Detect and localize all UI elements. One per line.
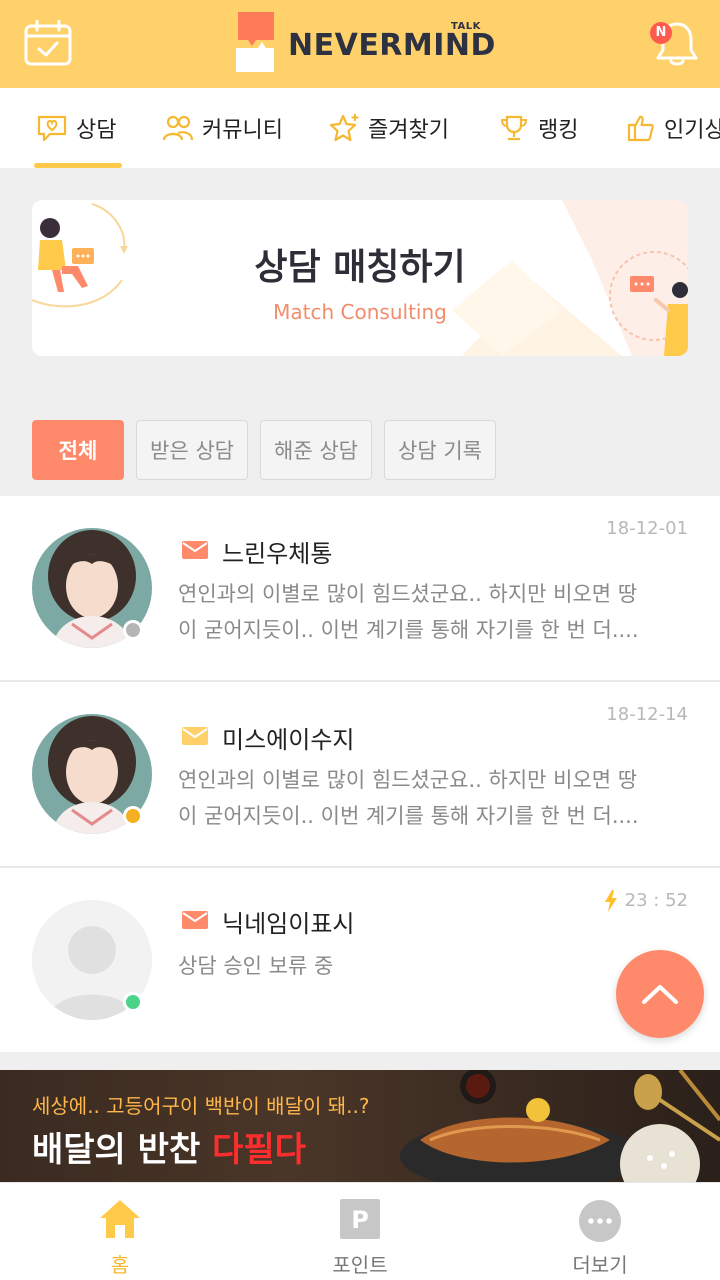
message-date: 18-12-14: [606, 704, 688, 725]
mail-icon: [182, 541, 208, 559]
preview-line: 연인과의 이별로 많이 힘드셨군요.. 하지만 비오면 땅: [178, 582, 638, 606]
status-indicator: [123, 806, 143, 826]
message-status: 상담 승인 보류 중: [178, 948, 678, 984]
status-indicator: [123, 992, 143, 1012]
tab-ranking[interactable]: 랭킹: [498, 88, 578, 168]
ad-banner[interactable]: 세상에.. 고등어구이 백반이 배달이 돼..? 배달의 반찬 다필다: [0, 1070, 720, 1182]
notification-badge: N: [650, 22, 672, 44]
filter-all[interactable]: 전체: [32, 420, 124, 480]
ad-headline: 배달의 반찬 다필다: [32, 1122, 306, 1171]
heart-chat-icon: [37, 115, 67, 142]
ad-brand: 다필다: [212, 1130, 306, 1170]
message-item[interactable]: 미스에이수지 18-12-14 연인과의 이별로 많이 힘드셨군요.. 하지만 …: [0, 682, 720, 868]
logo-text: NEVERMIND: [288, 28, 496, 63]
tab-favorites[interactable]: 즐겨찾기: [328, 88, 449, 168]
calendar-icon[interactable]: [24, 20, 72, 66]
status-indicator: [123, 620, 143, 640]
preview-line: 이 굳어지듯이.. 이번 계기를 통해 자기를 한 번 더....: [178, 804, 639, 828]
active-tab-indicator: [34, 163, 122, 168]
people-icon: [162, 115, 194, 141]
message-date: 18-12-01: [606, 518, 688, 539]
svg-text:P: P: [351, 1206, 369, 1234]
banner-title: 상담 매칭하기: [254, 247, 466, 288]
nav-home[interactable]: 홈: [0, 1183, 240, 1280]
preview-line: 상담 승인 보류 중: [178, 954, 334, 978]
preview-line: 연인과의 이별로 많이 힘드셨군요.. 하지만 비오면 땅: [178, 768, 638, 792]
tab-popular[interactable]: 인기상: [626, 88, 720, 168]
logo-mark-icon: [236, 12, 274, 72]
nav-points[interactable]: P 포인트: [240, 1183, 480, 1280]
tab-label: 인기상: [664, 118, 720, 143]
message-item[interactable]: 닉네임이표시 23 : 52 상담 승인 보류 중: [0, 868, 720, 1052]
lightning-icon: [605, 890, 617, 912]
match-consulting-banner[interactable]: 상담 매칭하기 Match Consulting: [32, 200, 688, 356]
bottom-navigation: 홈 P 포인트 더보기: [0, 1182, 720, 1280]
more-icon: [579, 1200, 621, 1242]
message-time: 23 : 52: [624, 890, 688, 911]
app-header: TALK NEVERMIND N: [0, 0, 720, 88]
chevron-up-icon: [642, 985, 678, 1004]
filter-received[interactable]: 받은 상담: [136, 420, 248, 480]
filter-history[interactable]: 상담 기록: [384, 420, 496, 480]
star-icon: [329, 114, 359, 142]
tab-label: 즐겨찾기: [368, 118, 449, 143]
nav-more[interactable]: 더보기: [480, 1183, 720, 1280]
nav-label: 더보기: [572, 1253, 628, 1277]
ad-headline-white: 배달의 반찬: [32, 1130, 201, 1170]
nav-label: 홈: [110, 1253, 130, 1277]
tab-label: 커뮤니티: [202, 118, 283, 143]
sender-name: 느린우체통: [222, 540, 333, 568]
tab-consult[interactable]: 상담: [36, 88, 116, 168]
nav-label: 포인트: [332, 1253, 388, 1277]
banner-subtitle: Match Consulting: [273, 300, 447, 324]
tab-label: 랭킹: [538, 118, 579, 143]
points-icon: P: [340, 1199, 380, 1239]
preview-line: 이 굳어지듯이.. 이번 계기를 통해 자기를 한 번 더....: [178, 618, 639, 642]
home-icon: [100, 1200, 140, 1238]
message-preview: 연인과의 이별로 많이 힘드셨군요.. 하지만 비오면 땅 이 굳어지듯이.. …: [178, 576, 678, 648]
trophy-icon: [500, 115, 528, 141]
filter-given[interactable]: 해준 상담: [260, 420, 372, 480]
sender-name: 미스에이수지: [222, 726, 355, 754]
category-tabs: 상담 커뮤니티 즐겨찾기 랭킹 인기상: [0, 88, 720, 168]
app-logo[interactable]: TALK NEVERMIND: [234, 12, 496, 76]
mail-icon: [182, 911, 208, 929]
message-item[interactable]: 느린우체통 18-12-01 연인과의 이별로 많이 힘드셨군요.. 하지만 비…: [0, 496, 720, 682]
tab-label: 상담: [76, 118, 117, 143]
tab-community[interactable]: 커뮤니티: [162, 88, 283, 168]
thumbs-up-icon: [627, 115, 654, 142]
mail-icon: [182, 727, 208, 745]
scroll-top-button[interactable]: [616, 950, 704, 1038]
message-preview: 연인과의 이별로 많이 힘드셨군요.. 하지만 비오면 땅 이 굳어지듯이.. …: [178, 762, 678, 834]
ad-tagline: 세상에.. 고등어구이 백반이 배달이 돼..?: [32, 1094, 370, 1118]
sender-name: 닉네임이표시: [222, 910, 355, 938]
